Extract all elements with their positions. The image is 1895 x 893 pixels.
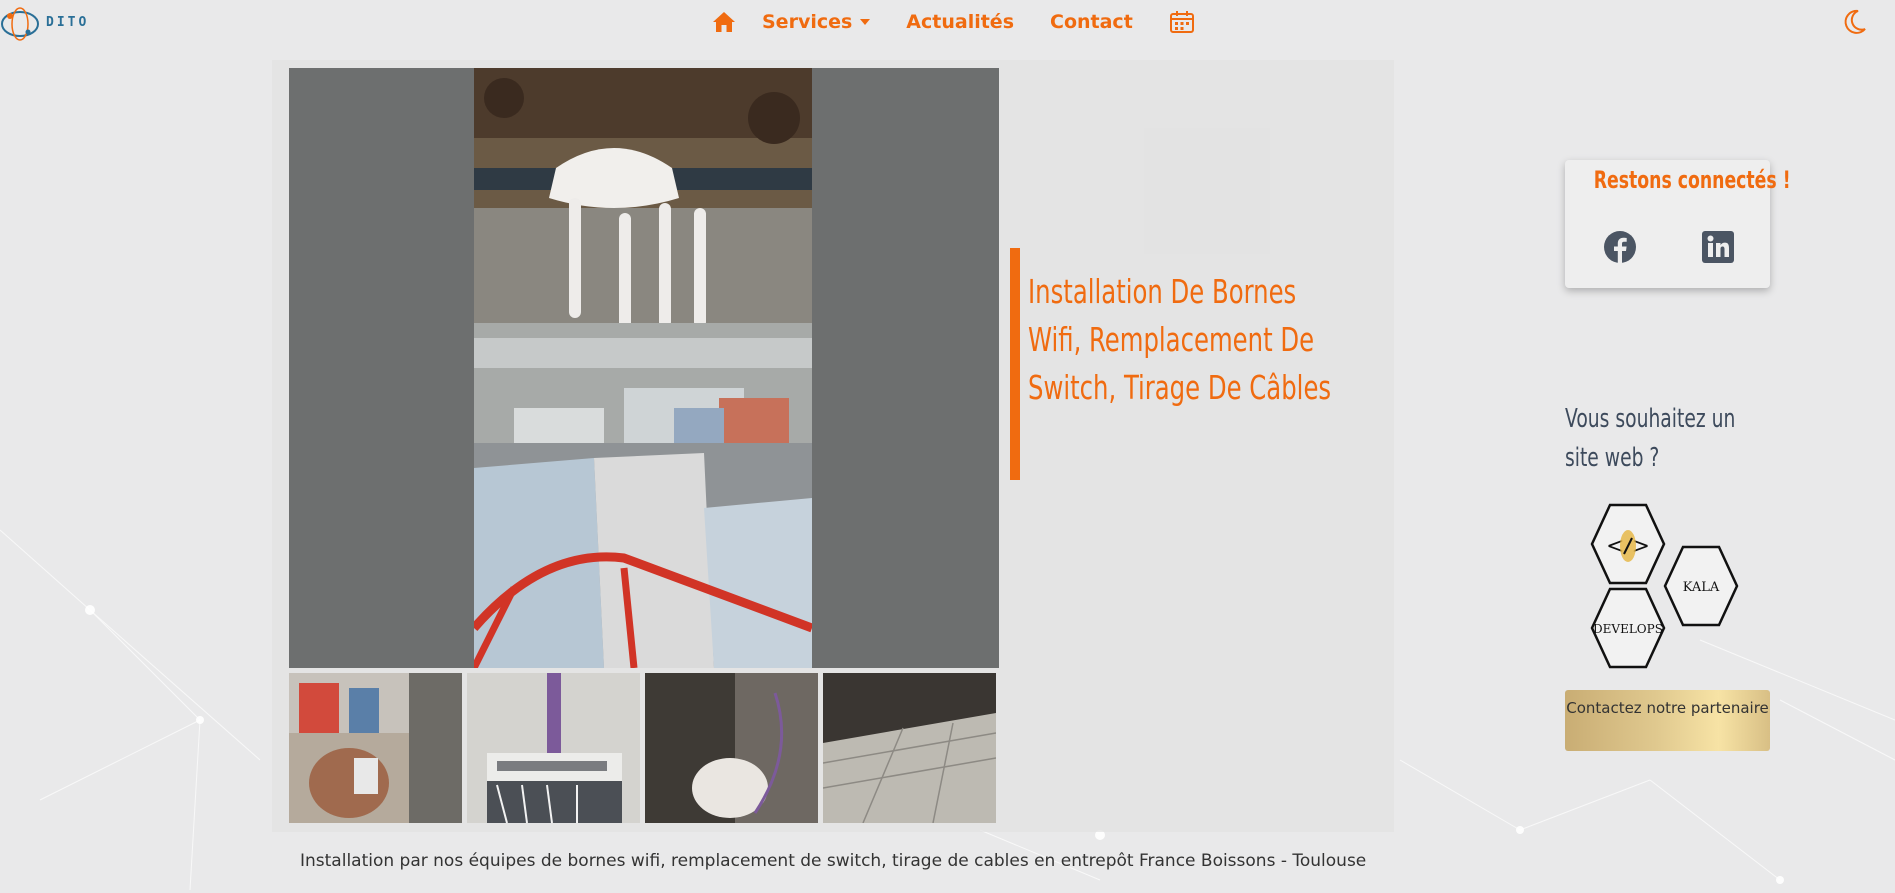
nav-contact-label: Contact [1050, 11, 1133, 33]
nav-services-label: Services [762, 11, 853, 33]
calendar-link[interactable] [1169, 10, 1195, 34]
contact-partner-button[interactable]: Contactez notre partenaire [1565, 690, 1770, 751]
article-caption: Installation par nos équipes de bornes w… [300, 851, 1367, 871]
website-question: Vous souhaitez un site web ? [1565, 404, 1736, 473]
thumbnail-2[interactable] [467, 673, 640, 823]
social-title: Restons connectés ! [1593, 166, 1791, 194]
top-navbar: DITO Services Actualités Contact [0, 0, 1895, 44]
nav-services[interactable]: Services [762, 11, 871, 33]
nav-actualites-label: Actualités [906, 11, 1014, 33]
title-accent-bar [1010, 248, 1020, 480]
home-link[interactable] [712, 11, 736, 33]
main-photo[interactable] [289, 68, 999, 668]
thumbnail-1[interactable] [289, 673, 462, 823]
home-icon [713, 12, 735, 32]
thumbnail-strip [289, 673, 999, 823]
nav-contact[interactable]: Contact [1050, 11, 1133, 33]
chevron-down-icon [860, 19, 871, 25]
moon-icon [1844, 9, 1866, 34]
dark-mode-toggle[interactable] [1842, 8, 1868, 40]
calendar-icon [1169, 11, 1194, 33]
facebook-icon [1604, 231, 1636, 263]
partner-hex-label: KALA [1683, 580, 1720, 595]
linkedin-link[interactable] [1701, 230, 1735, 268]
main-photo-image [474, 68, 812, 668]
partner-hex-label: DEVELOPS [1593, 622, 1663, 636]
facebook-link[interactable] [1603, 230, 1637, 268]
logo-text: DITO [46, 15, 90, 30]
social-card: Restons connectés ! [1565, 160, 1791, 288]
thumbnail-3[interactable] [645, 673, 818, 823]
thumbnail-4[interactable] [823, 673, 996, 823]
brand-logo[interactable]: DITO [0, 2, 90, 42]
linkedin-icon [1702, 231, 1734, 263]
partner-logo: < > KALA DEVELOPS [1580, 502, 1750, 672]
article-title: Installation De Bornes Wifi, Remplacemen… [1028, 272, 1332, 407]
main-nav: Services Actualités Contact [712, 6, 1195, 38]
nav-actualites[interactable]: Actualités [906, 11, 1014, 33]
